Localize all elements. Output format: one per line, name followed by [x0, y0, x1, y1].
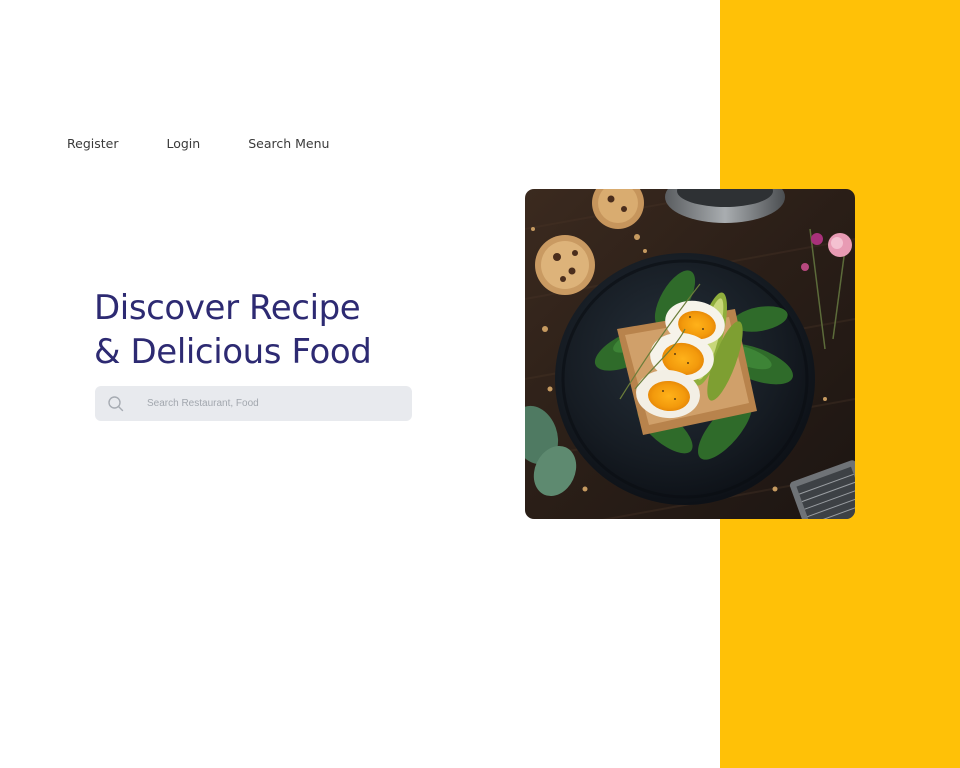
hero-title: Discover Recipe & Delicious Food	[94, 286, 372, 374]
hero-title-line-1: Discover Recipe	[94, 288, 361, 328]
nav-link-search-menu[interactable]: Search Menu	[248, 135, 329, 153]
search-icon[interactable]	[107, 395, 125, 413]
top-navigation: Register Login Search Menu	[67, 135, 329, 153]
food-photo	[525, 189, 855, 519]
search-input[interactable]	[147, 388, 397, 419]
nav-link-login[interactable]: Login	[166, 135, 200, 153]
hero-title-line-2: & Delicious Food	[94, 332, 372, 372]
nav-link-register[interactable]: Register	[67, 135, 118, 153]
search-bar[interactable]	[95, 386, 412, 421]
